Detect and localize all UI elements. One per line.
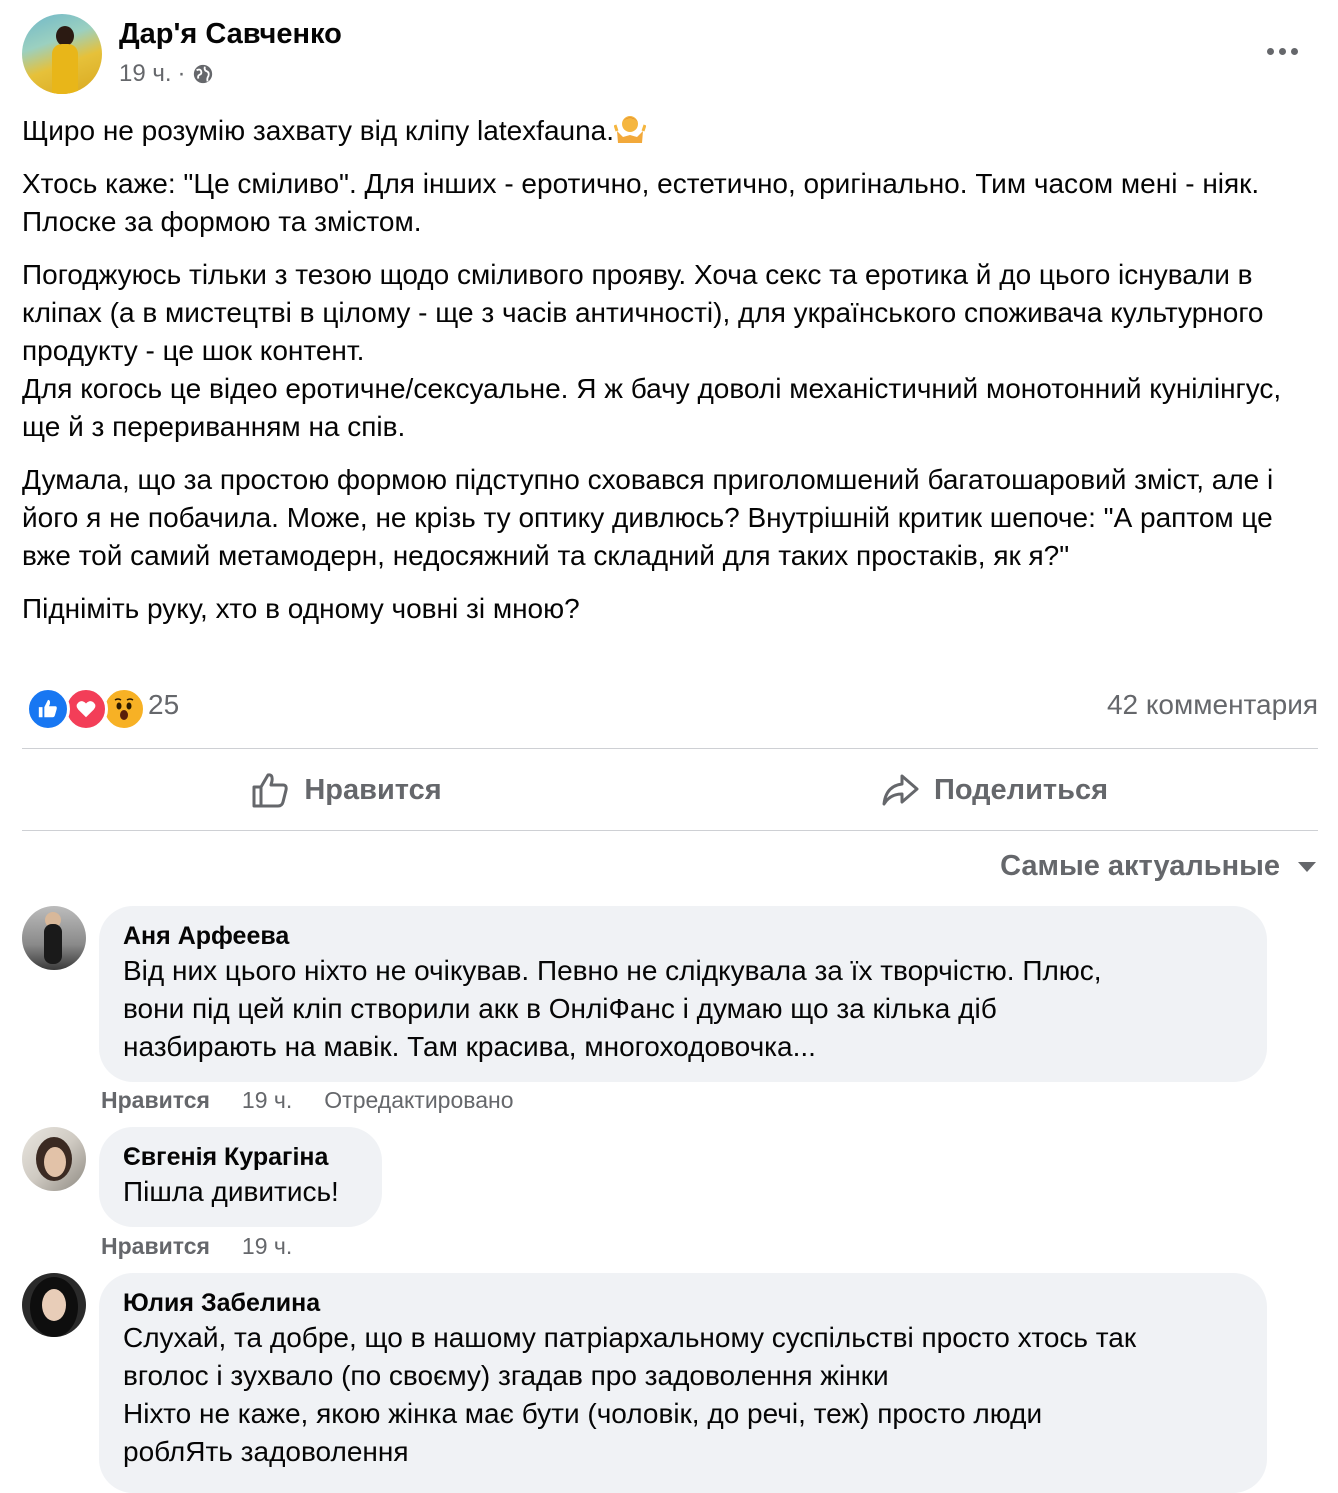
post-paragraph: Для когось це відео еротичне/сексуальне.… (22, 373, 1282, 442)
comment-text: Від них цього ніхто не очікував. Певно н… (123, 955, 1102, 1062)
divider (22, 830, 1318, 831)
like-button[interactable]: Нравится (22, 752, 670, 828)
share-button[interactable]: Поделиться (670, 752, 1318, 828)
comment-time[interactable]: 19 ч. (242, 1087, 292, 1114)
love-icon (64, 687, 108, 731)
reaction-icons[interactable] (26, 687, 146, 731)
comment-text: Слухай, та добре, що в нашому патріархал… (123, 1322, 1137, 1467)
commenter-avatar[interactable] (22, 1273, 86, 1337)
post-meta: 19 ч. · (119, 60, 214, 88)
post-actions: Нравится Поделиться (22, 752, 1318, 828)
commenter-avatar[interactable] (22, 906, 86, 970)
meta-separator: · (177, 60, 186, 87)
comment-sort-dropdown[interactable]: Самые актуальные (1000, 850, 1316, 883)
sort-label: Самые актуальные (1000, 850, 1280, 882)
comment-bubble: Євгенія Курагіна Пішла дивитись! (99, 1127, 382, 1227)
like-button-label: Нравится (304, 773, 442, 806)
share-button-label: Поделиться (933, 773, 1109, 806)
comments-count[interactable]: 42 комментария (1107, 689, 1318, 721)
divider (22, 748, 1318, 749)
commenter-name[interactable]: Юлия Забелина (123, 1287, 1243, 1319)
caret-down-icon (1298, 861, 1316, 872)
comment-edited[interactable]: Отредактировано (324, 1087, 513, 1114)
share-icon (882, 774, 919, 806)
author-avatar[interactable] (22, 14, 102, 94)
thumbs-up-icon (252, 773, 289, 808)
post-paragraph: Підніміть руку, хто в одному човні зі мн… (22, 593, 580, 624)
shrug-emoji-icon (614, 116, 647, 143)
post-paragraph: Погоджуюсь тільки з тезою щодо сміливого… (22, 259, 1264, 366)
post-time[interactable]: 19 ч. (119, 60, 172, 88)
commenter-avatar[interactable] (22, 1127, 86, 1191)
more-options-icon[interactable] (1262, 36, 1302, 66)
comment-bubble: Аня Арфеева Від них цього ніхто не очіку… (99, 906, 1267, 1082)
comment-time[interactable]: 19 ч. (242, 1233, 292, 1260)
comment-actions: Нравится 19 ч. (101, 1233, 292, 1260)
author-name[interactable]: Дар'я Савченко (119, 18, 342, 51)
post-header: Дар'я Савченко 19 ч. · (22, 14, 1316, 96)
commenter-name[interactable]: Аня Арфеева (123, 920, 1243, 952)
reactions-bar: 25 42 комментария (22, 685, 1318, 731)
post-paragraph: Думала, що за простою формою підступно с… (22, 464, 1274, 571)
comment-actions: Нравится 19 ч. Отредактировано (101, 1087, 514, 1114)
wow-icon (102, 687, 146, 731)
like-icon (26, 687, 70, 731)
comment-bubble: Юлия Забелина Слухай, та добре, що в наш… (99, 1273, 1267, 1493)
comment-text: Пішла дивитись! (123, 1176, 339, 1207)
commenter-name[interactable]: Євгенія Курагіна (123, 1141, 358, 1173)
post-text: Щиро не розумію захвату від кліпу latexf… (22, 112, 1318, 643)
comment-like-link[interactable]: Нравится (101, 1087, 210, 1114)
post-paragraph: Хтось каже: "Це сміливо". Для інших - ер… (22, 168, 1260, 237)
post-paragraph: Щиро не розумію захвату від кліпу latexf… (22, 112, 1318, 150)
globe-icon (193, 64, 212, 84)
reaction-count[interactable]: 25 (148, 689, 179, 721)
comment-like-link[interactable]: Нравится (101, 1233, 210, 1260)
